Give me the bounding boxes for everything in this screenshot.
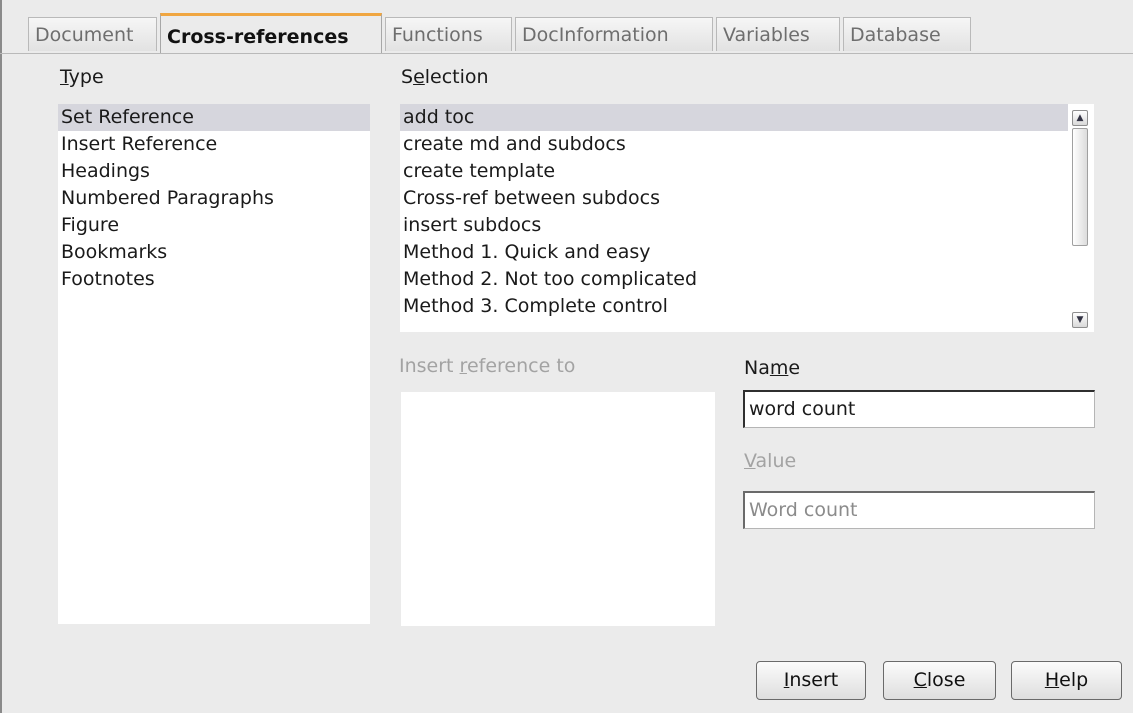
type-item-figure[interactable]: Figure xyxy=(58,212,370,239)
selection-label: Selection xyxy=(401,66,489,88)
type-label: Type xyxy=(60,66,104,88)
type-item-insert-reference[interactable]: Insert Reference xyxy=(58,131,370,158)
selection-scrollbar[interactable]: ▲ ▼ xyxy=(1072,108,1090,328)
insert-button[interactable]: Insert xyxy=(756,661,866,700)
name-label: Name xyxy=(744,357,801,379)
tab-label: Database xyxy=(850,24,941,46)
selection-item[interactable]: Method 3. Complete control xyxy=(400,293,1068,320)
selection-item[interactable]: Method 1. Quick and easy xyxy=(400,239,1068,266)
type-item-headings[interactable]: Headings xyxy=(58,158,370,185)
value-input[interactable]: Word count xyxy=(743,491,1095,529)
tab-label: Document xyxy=(35,24,134,46)
tab-label: DocInformation xyxy=(522,24,669,46)
tab-functions[interactable]: Functions xyxy=(385,17,512,51)
tab-label: Functions xyxy=(392,24,483,46)
tab-database[interactable]: Database xyxy=(843,17,971,51)
selection-item[interactable]: create template xyxy=(400,158,1068,185)
close-button[interactable]: Close xyxy=(883,661,996,700)
insert-reference-to-label: Insert reference to xyxy=(399,355,576,377)
type-item-bookmarks[interactable]: Bookmarks xyxy=(58,239,370,266)
tab-document[interactable]: Document xyxy=(28,17,157,51)
dialog-left-border xyxy=(0,0,2,713)
tab-variables[interactable]: Variables xyxy=(716,17,840,51)
scroll-down-icon[interactable]: ▼ xyxy=(1072,312,1088,328)
tab-cross-references[interactable]: Cross-references xyxy=(160,13,382,53)
tab-docinformation[interactable]: DocInformation xyxy=(515,17,713,51)
selection-item[interactable]: Cross-ref between subdocs xyxy=(400,185,1068,212)
selection-listbox[interactable]: add toc create md and subdocs create tem… xyxy=(400,104,1094,332)
selection-item[interactable]: add toc xyxy=(400,104,1068,131)
type-listbox[interactable]: Set Reference Insert Reference Headings … xyxy=(58,104,370,624)
type-item-set-reference[interactable]: Set Reference xyxy=(58,104,370,131)
value-label: Value xyxy=(744,450,797,472)
selection-item[interactable]: create md and subdocs xyxy=(400,131,1068,158)
name-input[interactable]: word count xyxy=(743,390,1095,428)
insert-reference-to-listbox[interactable] xyxy=(401,392,715,626)
type-item-numbered-paragraphs[interactable]: Numbered Paragraphs xyxy=(58,185,370,212)
scrollbar-thumb[interactable] xyxy=(1072,128,1088,246)
tab-label: Variables xyxy=(723,24,810,46)
type-item-footnotes[interactable]: Footnotes xyxy=(58,266,370,293)
tab-label: Cross-references xyxy=(167,26,349,48)
scroll-up-icon[interactable]: ▲ xyxy=(1072,110,1088,126)
selection-item[interactable]: insert subdocs xyxy=(400,212,1068,239)
selection-item[interactable]: Method 2. Not too complicated xyxy=(400,266,1068,293)
help-button[interactable]: Help xyxy=(1011,661,1122,700)
